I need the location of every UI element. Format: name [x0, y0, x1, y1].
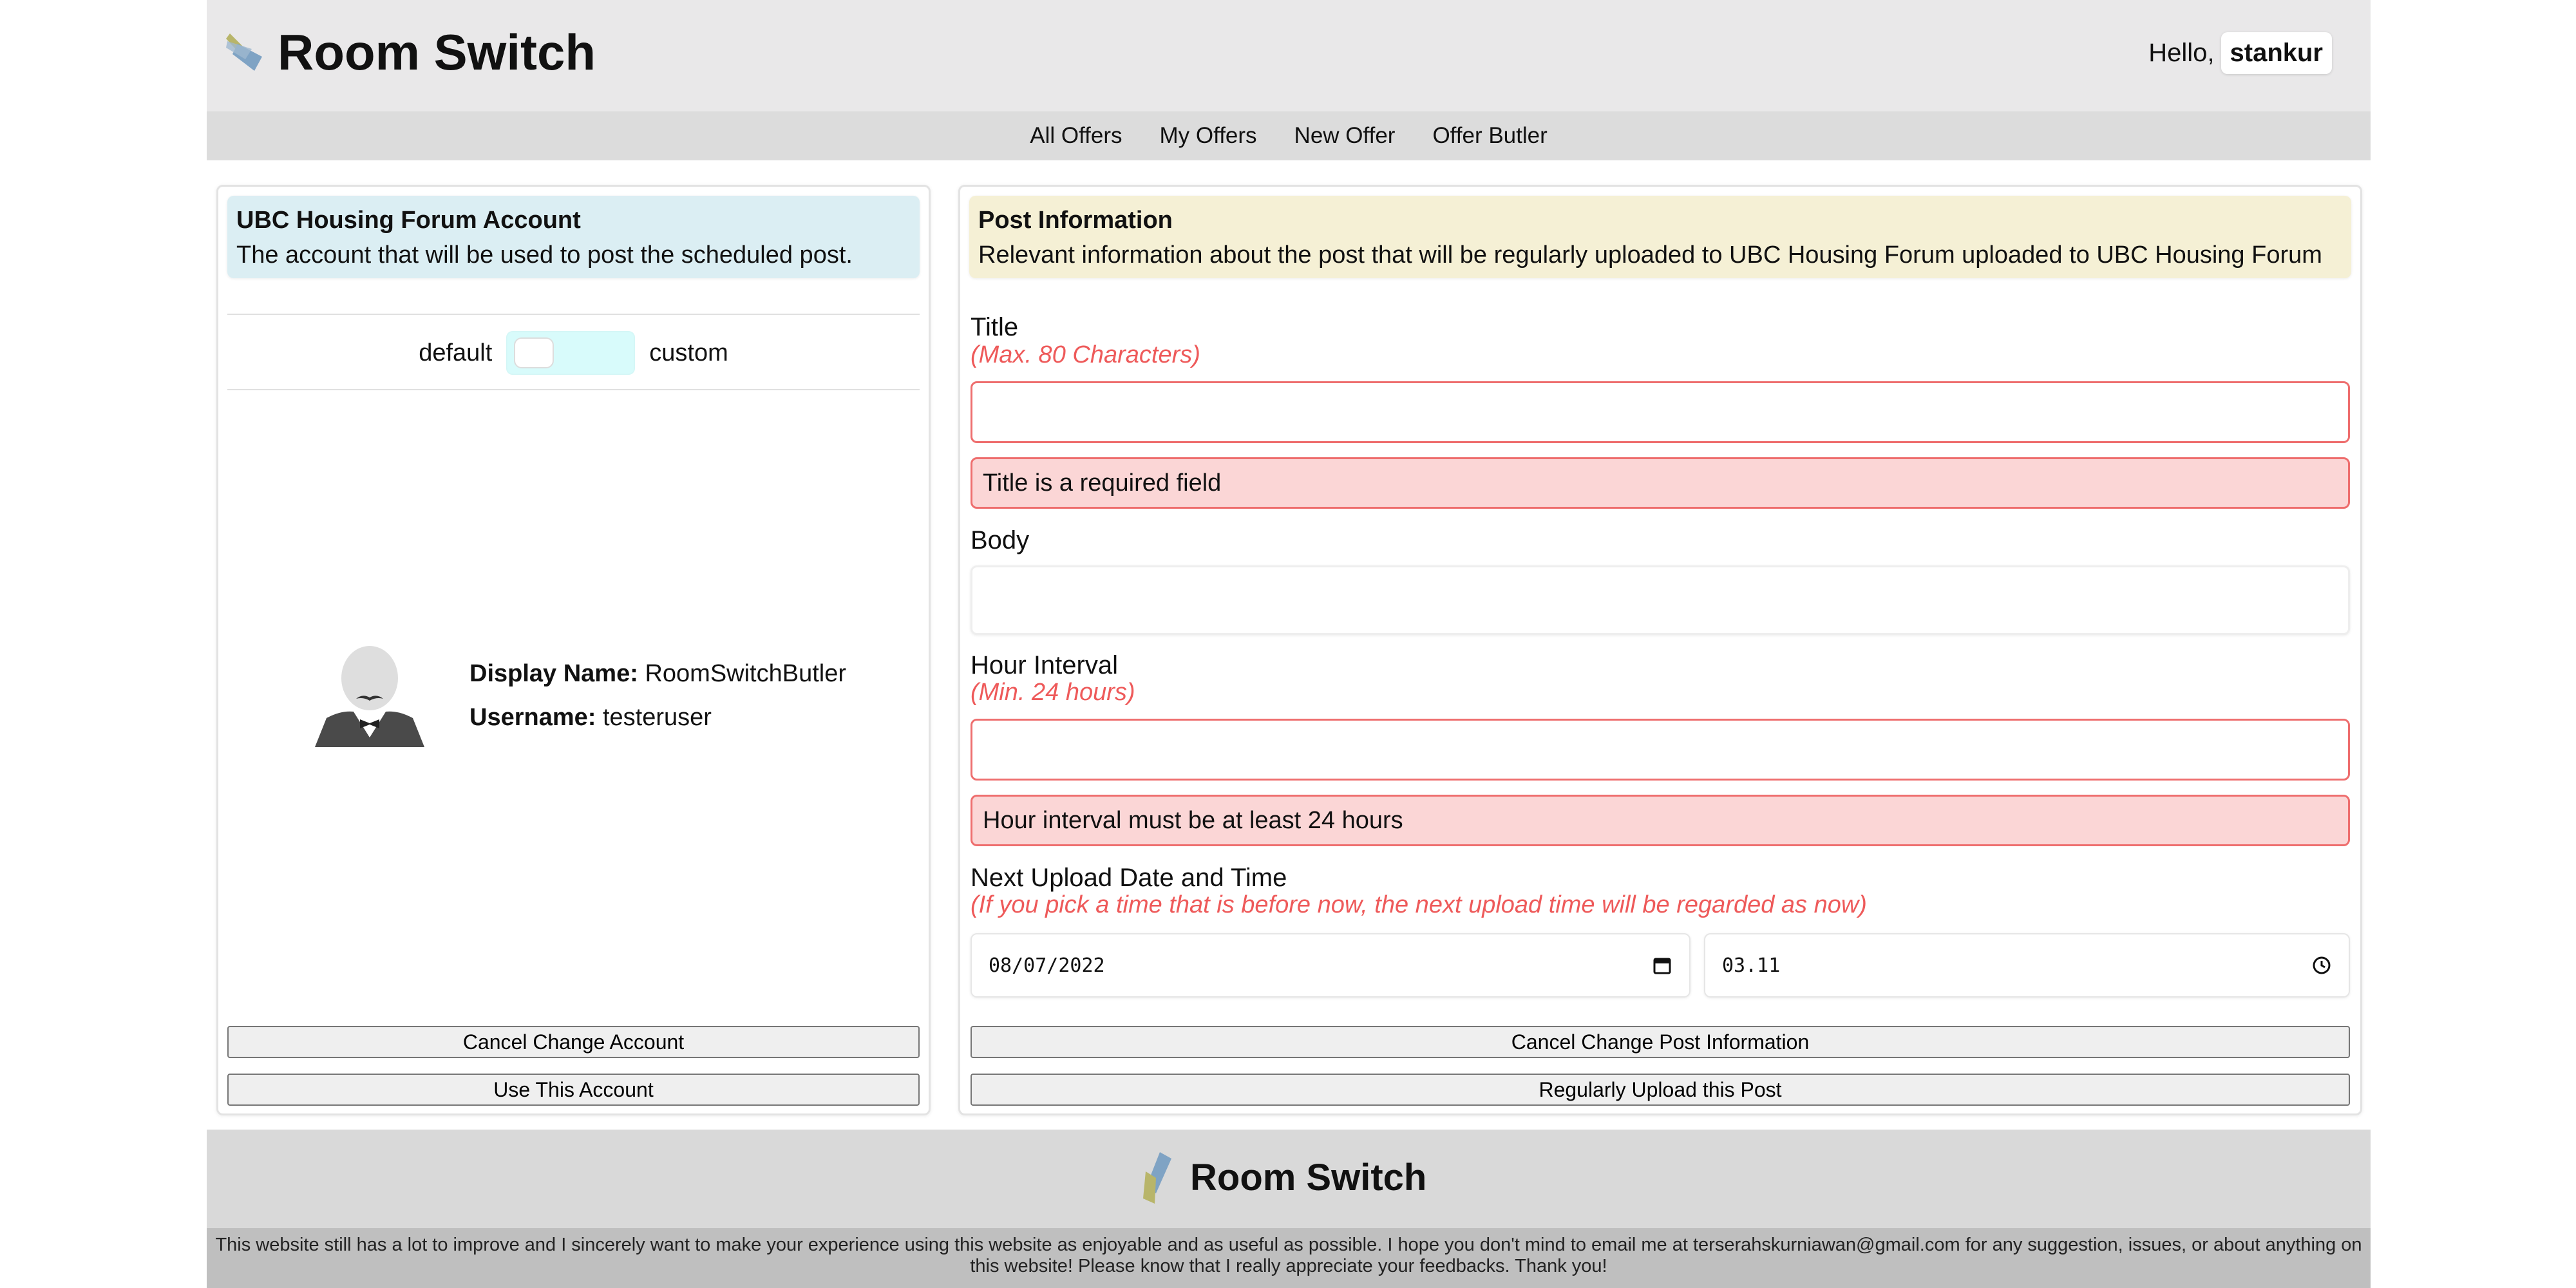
next-upload-label: Next Upload Date and Time [971, 864, 1287, 892]
post-info-title: Post Information [978, 207, 1173, 234]
time-value: 03.11 [1722, 954, 1781, 977]
post-info-subtitle: Relevant information about the post that… [978, 242, 2322, 269]
user-chip[interactable]: stankur [2221, 32, 2332, 74]
account-info-subtitle: The account that will be used to post th… [236, 242, 853, 269]
toggle-custom-label: custom [649, 339, 728, 366]
hour-interval-input[interactable] [971, 719, 2350, 781]
display-name-row: Display Name: RoomSwitchButler [469, 652, 846, 696]
next-upload-hint: (If you pick a time that is before now, … [971, 891, 1867, 918]
nav-my-offers[interactable]: My Offers [1160, 123, 1257, 149]
regularly-upload-post-button[interactable]: Regularly Upload this Post [971, 1074, 2350, 1106]
account-panel: UBC Housing Forum Account The account th… [216, 185, 931, 1115]
divider [227, 314, 920, 315]
display-name-label: Display Name: [469, 660, 638, 687]
account-info-title: UBC Housing Forum Account [236, 207, 581, 234]
account-type-toggle[interactable] [506, 331, 636, 375]
account-lines: Display Name: RoomSwitchButler Username:… [469, 652, 846, 739]
hour-interval-error: Hour interval must be at least 24 hours [971, 795, 2350, 846]
nav-new-offer[interactable]: New Offer [1294, 123, 1396, 149]
title-error: Title is a required field [971, 457, 2350, 509]
username-value: testeruser [602, 704, 712, 731]
greeting-text: Hello, [2148, 39, 2215, 67]
title-input[interactable] [971, 381, 2350, 443]
cancel-change-account-button[interactable]: Cancel Change Account [227, 1026, 920, 1058]
body-label: Body [971, 526, 1030, 554]
title-hint: (Max. 80 Characters) [971, 341, 1200, 368]
date-input[interactable]: 08/07/2022 [971, 933, 1690, 998]
main-nav: All Offers My Offers New Offer Offer But… [207, 111, 2371, 160]
clock-icon[interactable] [2311, 955, 2332, 976]
footer-title: Room Switch [1190, 1157, 1427, 1198]
butler-avatar-icon [315, 646, 424, 747]
footer-note: This website still has a lot to improve … [207, 1228, 2371, 1288]
hour-interval-hint: (Min. 24 hours) [971, 679, 1135, 706]
post-information-panel: Post Information Relevant information ab… [958, 185, 2362, 1115]
footer: Room Switch [207, 1130, 2371, 1228]
use-this-account-button[interactable]: Use This Account [227, 1074, 920, 1106]
account-toggle-row: default custom [227, 316, 920, 390]
greeting: Hello, stankur [2148, 32, 2332, 74]
toggle-knob[interactable] [514, 337, 554, 368]
post-info-box: Post Information Relevant information ab… [969, 196, 2351, 278]
cancel-change-post-information-button[interactable]: Cancel Change Post Information [971, 1026, 2350, 1058]
date-value: 08/07/2022 [989, 954, 1105, 977]
room-switch-logo-icon[interactable] [226, 31, 266, 72]
account-info-box: UBC Housing Forum Account The account th… [227, 196, 920, 278]
app-title[interactable]: Room Switch [278, 23, 596, 81]
room-switch-logo-icon [1143, 1152, 1171, 1204]
time-input[interactable]: 03.11 [1704, 933, 2350, 998]
page: Room Switch Hello, stankur All Offers My… [207, 0, 2371, 1288]
title-label: Title [971, 313, 1019, 341]
hour-interval-label: Hour Interval [971, 651, 1118, 679]
toggle-default-label: default [419, 339, 493, 366]
display-name-value: RoomSwitchButler [645, 660, 847, 687]
username-label: Username: [469, 704, 596, 731]
nav-offer-butler[interactable]: Offer Butler [1432, 123, 1547, 149]
nav-all-offers[interactable]: All Offers [1030, 123, 1122, 149]
body-input[interactable] [971, 565, 2350, 635]
header: Room Switch Hello, stankur [207, 0, 2371, 111]
divider [227, 389, 920, 390]
calendar-icon[interactable] [1652, 955, 1672, 976]
username-row: Username: testeruser [469, 696, 846, 739]
account-details: Display Name: RoomSwitchButler Username:… [315, 641, 846, 750]
